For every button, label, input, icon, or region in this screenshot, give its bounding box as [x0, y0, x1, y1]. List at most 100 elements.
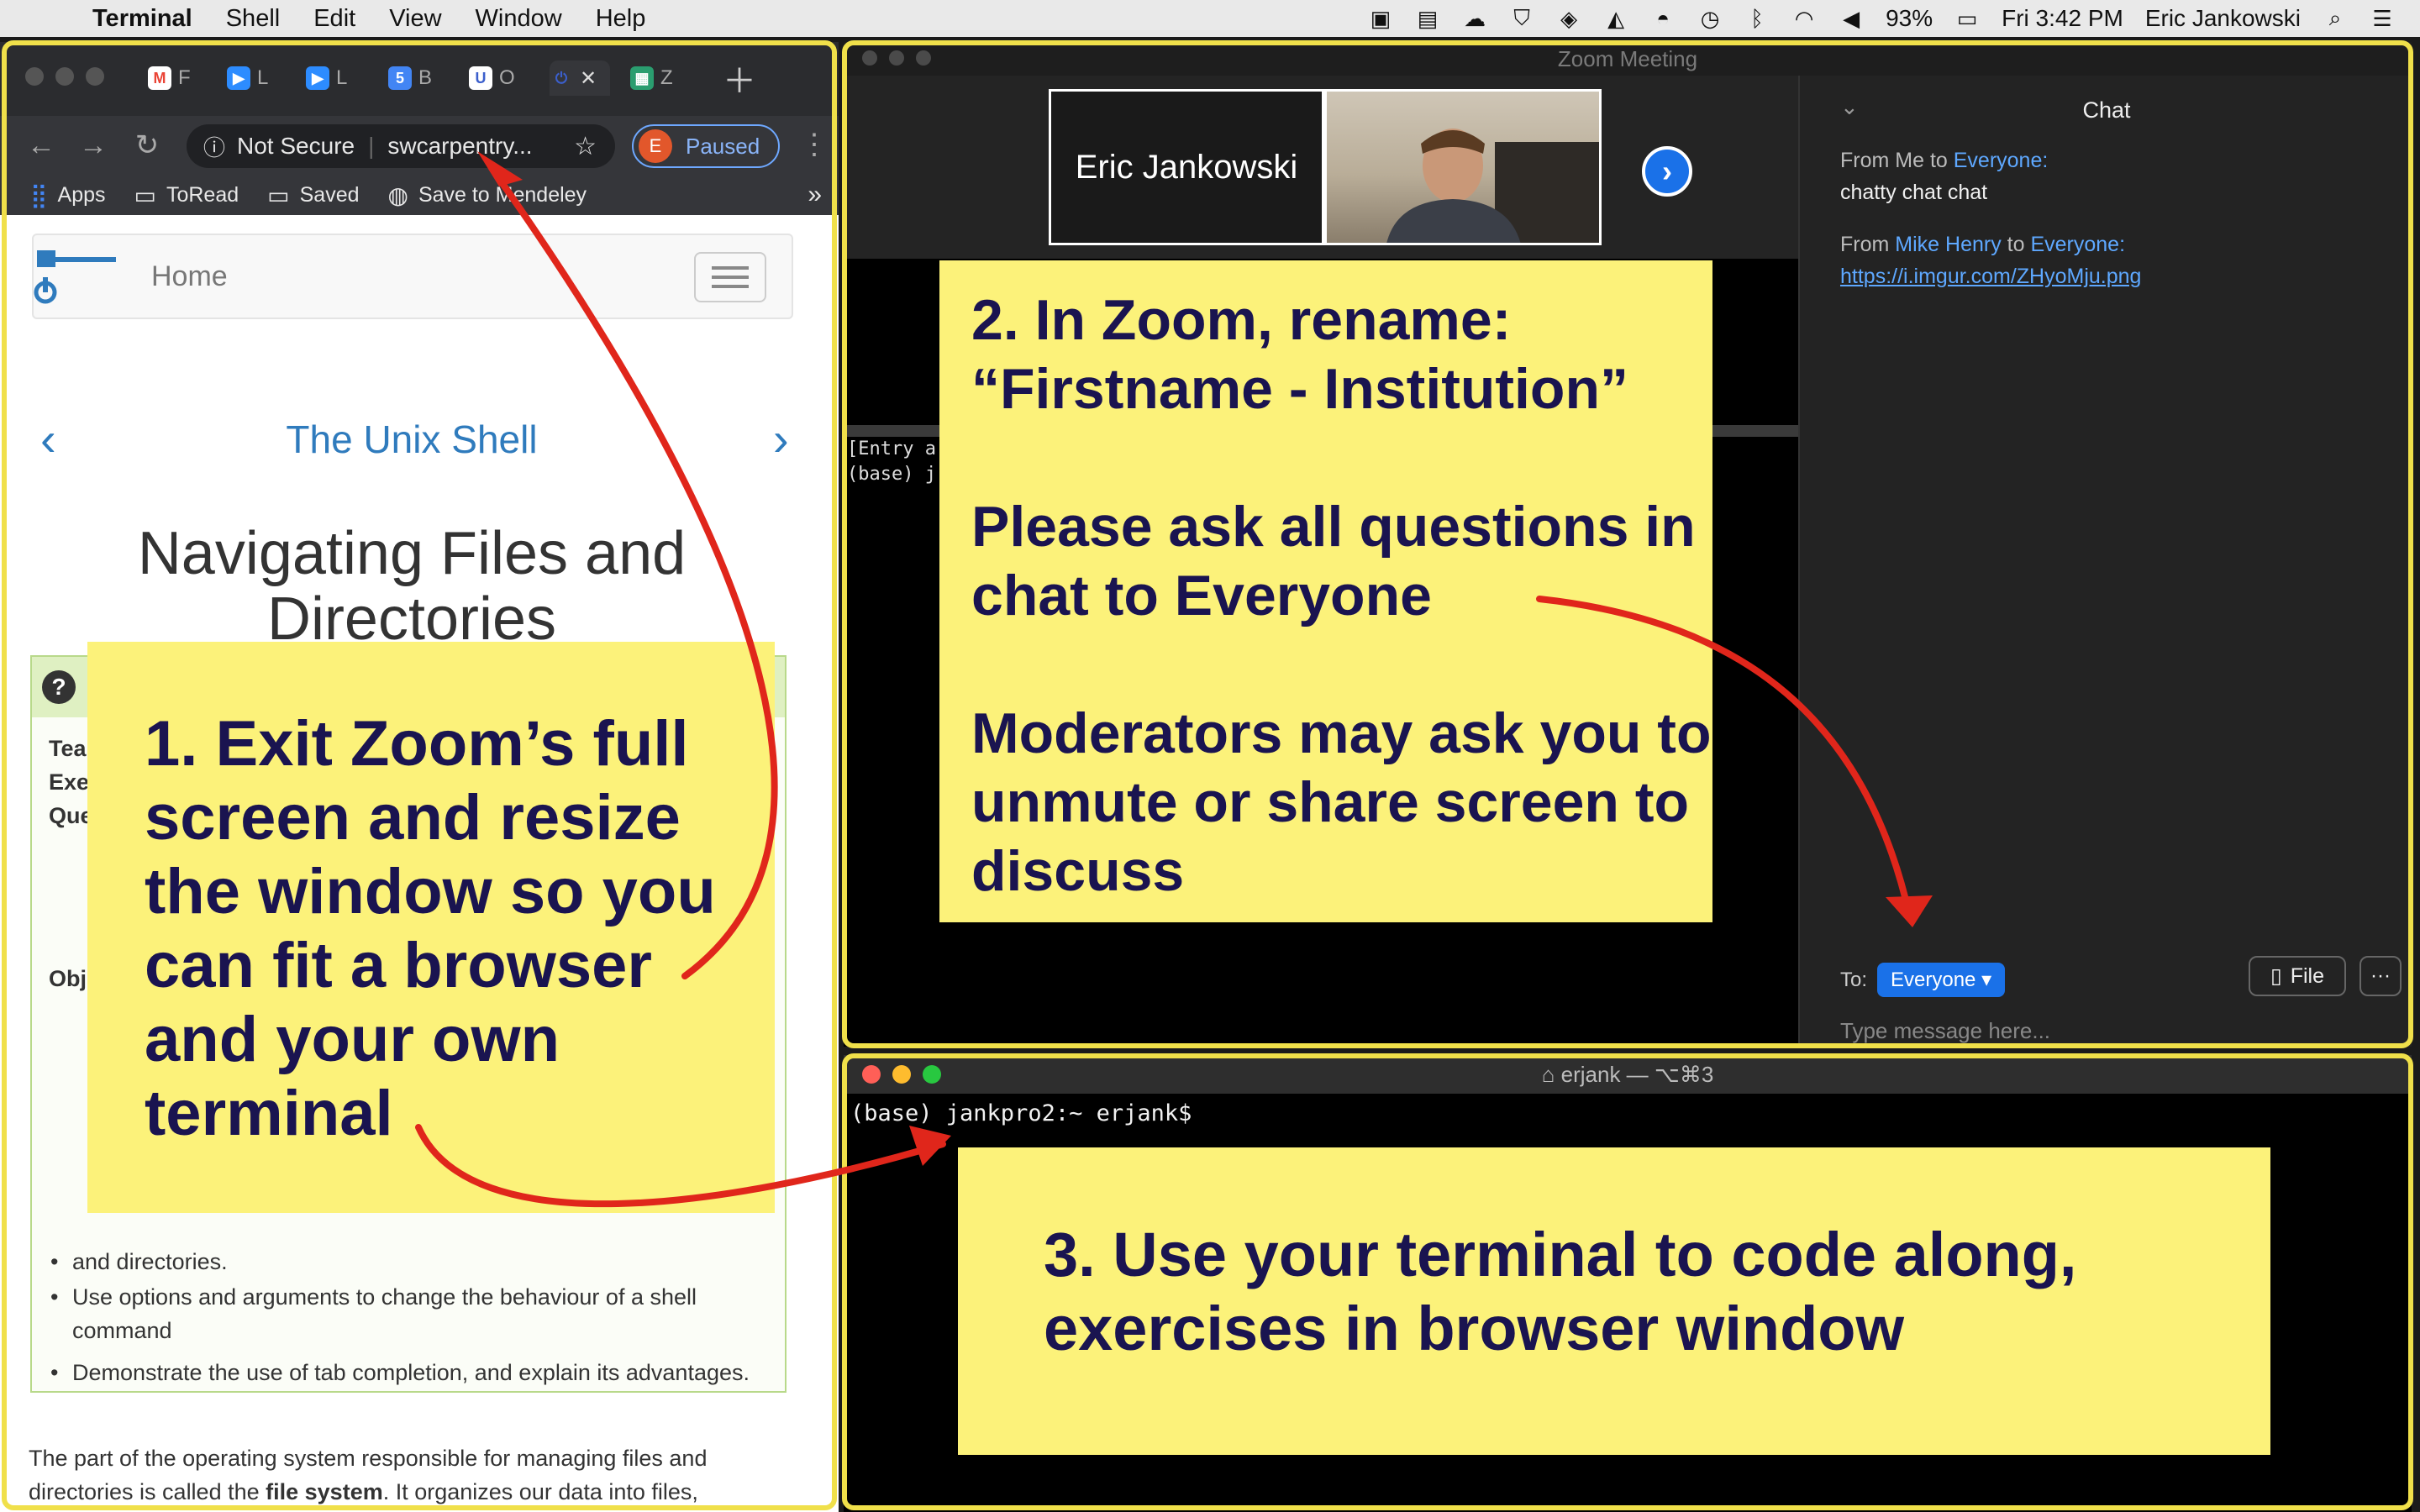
- info-icon[interactable]: ⓘ: [203, 131, 225, 162]
- zoom-window-button[interactable]: [923, 1065, 941, 1084]
- participant-tile[interactable]: Eric Jankowski: [1049, 89, 1324, 245]
- clock[interactable]: Fri 3:42 PM: [2002, 5, 2123, 32]
- file-button[interactable]: ▯ File: [2249, 956, 2346, 996]
- shield-icon[interactable]: ⛉: [1509, 5, 1534, 30]
- zoom-window-title: Zoom Meeting: [1557, 46, 1698, 71]
- dropbox-icon[interactable]: ◈: [1556, 6, 1581, 31]
- browser-tab[interactable]: 5 B: [388, 60, 455, 96]
- browser-tab[interactable]: M F: [148, 60, 215, 96]
- menu-help[interactable]: Help: [596, 5, 646, 33]
- forward-icon[interactable]: →: [72, 129, 114, 162]
- battery-icon[interactable]: ▭: [1954, 6, 1980, 31]
- zoom-title-bar: Zoom Meeting: [844, 42, 2412, 76]
- avatar: E: [639, 129, 672, 163]
- volume-icon[interactable]: ◀: [1839, 6, 1864, 31]
- profile-paused-button[interactable]: E Paused: [632, 124, 780, 168]
- teaching-label: Tea: [49, 736, 87, 761]
- minimize-window-button[interactable]: [892, 1065, 911, 1084]
- tab-title: F: [178, 66, 191, 89]
- question-icon: ?: [42, 670, 76, 704]
- terminal-prompt[interactable]: (base) jankpro2:~ erjank$: [844, 1094, 2412, 1133]
- recipient-row: To: Everyone ▾: [1840, 963, 2006, 997]
- chat-message-input[interactable]: Type message here...: [1840, 1018, 2050, 1044]
- cloud-sync-icon[interactable]: ☁: [1462, 6, 1487, 31]
- address-bar[interactable]: ⓘ Not Secure | swcarpentry... ☆: [187, 124, 615, 168]
- menu-view[interactable]: View: [389, 5, 441, 33]
- paragraph-text: . It organizes our data into files,: [382, 1479, 698, 1504]
- close-window-button[interactable]: [862, 1065, 881, 1084]
- questions-label: Que: [49, 803, 93, 828]
- back-icon[interactable]: ←: [20, 129, 62, 162]
- message-meta: From: [1840, 233, 1896, 256]
- next-page-button[interactable]: ›: [1642, 146, 1692, 197]
- close-window-button[interactable]: [25, 67, 44, 86]
- zoom-status-icon[interactable]: ▣: [1368, 6, 1393, 31]
- spotlight-search-icon[interactable]: ⌕: [2323, 5, 2348, 30]
- close-window-button[interactable]: [862, 50, 877, 66]
- message-link[interactable]: https://i.imgur.com/ZHyoMju.png: [1840, 265, 2141, 288]
- more-options-button[interactable]: ···: [2360, 956, 2402, 996]
- bluetooth-icon[interactable]: ᛒ: [1744, 6, 1770, 31]
- browser-toolbar: ← → ↻ ⓘ Not Secure | swcarpentry... ☆ E …: [0, 116, 839, 175]
- bookmark-apps[interactable]: ⣿ Apps: [30, 181, 106, 209]
- macos-menu-bar: Terminal Shell Edit View Window Help ▣ ▤…: [0, 0, 2420, 37]
- browser-menu-icon[interactable]: ⋮: [800, 128, 829, 161]
- nav-home-link[interactable]: Home: [151, 260, 228, 293]
- browser-tab[interactable]: ▶ L: [306, 60, 373, 96]
- bookmarks-overflow-icon[interactable]: »: [808, 181, 822, 209]
- folder-icon: ▭: [267, 181, 290, 208]
- time-machine-icon[interactable]: ◷: [1697, 6, 1723, 31]
- battery-percent: 93%: [1886, 5, 1933, 31]
- minimize-window-button[interactable]: [889, 50, 904, 66]
- message-recipient: Everyone:: [1953, 149, 2049, 172]
- gmail-icon: M: [148, 66, 171, 90]
- sheets-icon: ▦: [630, 66, 654, 90]
- divider: |: [368, 133, 375, 159]
- next-episode-icon[interactable]: ›: [773, 412, 789, 466]
- drive-icon[interactable]: ◭: [1603, 6, 1628, 31]
- browser-tab[interactable]: ▦ Z: [630, 60, 697, 96]
- close-tab-icon[interactable]: ✕: [580, 66, 597, 91]
- url-text[interactable]: swcarpentry...: [387, 133, 532, 160]
- minimize-window-button[interactable]: [55, 67, 74, 86]
- wifi-icon[interactable]: ◠: [1791, 6, 1817, 31]
- instruction-note-3: 3. Use your terminal to code along, exer…: [958, 1147, 2270, 1455]
- zoom-window-button[interactable]: [916, 50, 931, 66]
- recipient-dropdown[interactable]: Everyone ▾: [1877, 963, 2006, 997]
- browser-tab[interactable]: U O: [469, 60, 536, 96]
- zoom-window-button[interactable]: [86, 67, 104, 86]
- menu-window[interactable]: Window: [476, 5, 562, 33]
- bookmark-label: Save to Mendeley: [418, 182, 587, 207]
- message-meta: to: [2001, 233, 2031, 256]
- note-paragraph: Moderators may ask you to unmute or shar…: [971, 701, 1712, 903]
- chat-panel: ⌄ Chat From Me to Everyone: chatty chat …: [1798, 76, 2412, 1047]
- lesson-title-link[interactable]: The Unix Shell: [0, 417, 823, 462]
- message-recipient: Everyone:: [2030, 233, 2126, 256]
- carpentries-logo-icon: [34, 250, 116, 304]
- control-center-icon[interactable]: ☰: [2370, 6, 2395, 31]
- menu-shell[interactable]: Shell: [226, 5, 281, 33]
- hat-icon[interactable]: ◓: [1650, 6, 1676, 31]
- user-name[interactable]: Eric Jankowski: [2145, 5, 2301, 32]
- power-icon: ⏻: [550, 66, 573, 90]
- bookmark-saved[interactable]: ▭ Saved: [267, 181, 359, 209]
- browser-tab-active[interactable]: ⏻ ✕: [550, 60, 610, 96]
- menu-edit[interactable]: Edit: [313, 5, 355, 33]
- menu-toggle-button[interactable]: [694, 252, 766, 302]
- new-tab-button[interactable]: ＋: [723, 60, 790, 100]
- to-label: To:: [1840, 968, 1868, 991]
- reload-icon[interactable]: ↻: [126, 129, 168, 162]
- menu-app-terminal[interactable]: Terminal: [92, 5, 192, 33]
- docker-icon[interactable]: ▤: [1415, 6, 1440, 31]
- bookmark-label: Apps: [57, 182, 106, 207]
- terminal-title-bar: ⌂ erjank — ⌥⌘3: [844, 1055, 2412, 1094]
- bookmark-mendeley[interactable]: ◍ Save to Mendeley: [388, 181, 587, 209]
- browser-tab[interactable]: ▶ L: [227, 60, 294, 96]
- participant-video[interactable]: [1324, 89, 1602, 245]
- objectives-label: Obj: [49, 966, 87, 991]
- note-paragraph: 2. In Zoom, rename: “Firstname - Institu…: [971, 288, 1628, 421]
- browser-tab-bar: M F ▶ L ▶ L 5 B U O ⏻ ✕ ▦ Z ＋: [0, 42, 839, 116]
- bookmark-star-icon[interactable]: ☆: [574, 132, 597, 161]
- bookmark-toread[interactable]: ▭ ToRead: [134, 181, 239, 209]
- file-label: File: [2290, 963, 2325, 988]
